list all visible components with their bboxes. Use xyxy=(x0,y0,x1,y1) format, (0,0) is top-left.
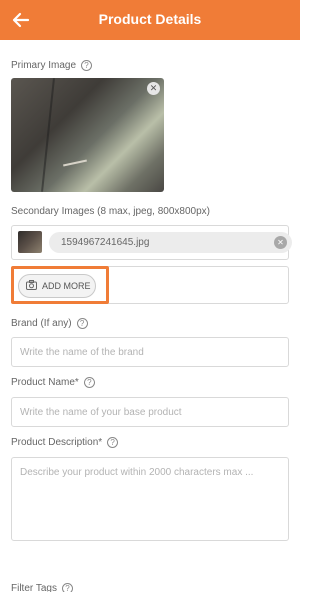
product-description-label-text: Product Description* xyxy=(11,437,103,448)
product-description-textarea[interactable]: Describe your product within 2000 charac… xyxy=(11,457,289,541)
secondary-images-label: Secondary Images (8 max, jpeg, 800x800px… xyxy=(11,206,210,217)
help-icon[interactable]: ? xyxy=(76,318,88,329)
help-icon[interactable]: ? xyxy=(81,60,93,71)
remove-file-close-icon[interactable]: ✕ xyxy=(274,236,287,249)
product-name-label: Product Name* ? xyxy=(11,377,95,388)
primary-image-label-text: Primary Image xyxy=(11,60,77,71)
product-description-label: Product Description* ? xyxy=(11,437,119,448)
product-name-label-text: Product Name* xyxy=(11,377,79,388)
secondary-image-row: 1594967241645.jpg ✕ xyxy=(11,225,292,260)
remove-image-close-icon[interactable]: ✕ xyxy=(147,82,160,95)
file-name: 1594967241645.jpg xyxy=(61,237,150,248)
add-more-label: ADD MORE xyxy=(42,281,91,291)
image-detail xyxy=(63,159,87,167)
primary-image-label: Primary Image ? xyxy=(11,60,93,71)
brand-input[interactable]: Write the name of the brand xyxy=(11,337,289,367)
brand-label: Brand (If any) ? xyxy=(11,318,88,329)
filter-tags-label: Filter Tags ? xyxy=(11,583,73,592)
help-icon[interactable]: ? xyxy=(107,437,119,448)
add-more-button[interactable]: ADD MORE xyxy=(18,274,96,298)
help-icon[interactable]: ? xyxy=(83,377,95,388)
camera-icon xyxy=(26,280,37,292)
help-icon[interactable]: ? xyxy=(61,583,73,592)
filter-tags-label-text: Filter Tags xyxy=(11,583,57,592)
file-chip: 1594967241645.jpg ✕ xyxy=(49,232,292,253)
product-name-input[interactable]: Write the name of your base product xyxy=(11,397,289,427)
image-detail xyxy=(41,78,55,192)
primary-image[interactable]: ✕ xyxy=(11,78,164,192)
brand-label-text: Brand (If any) xyxy=(11,318,72,329)
page-title: Product Details xyxy=(98,11,202,27)
secondary-image-thumbnail[interactable] xyxy=(18,231,42,253)
app-bar: Product Details xyxy=(0,0,300,40)
